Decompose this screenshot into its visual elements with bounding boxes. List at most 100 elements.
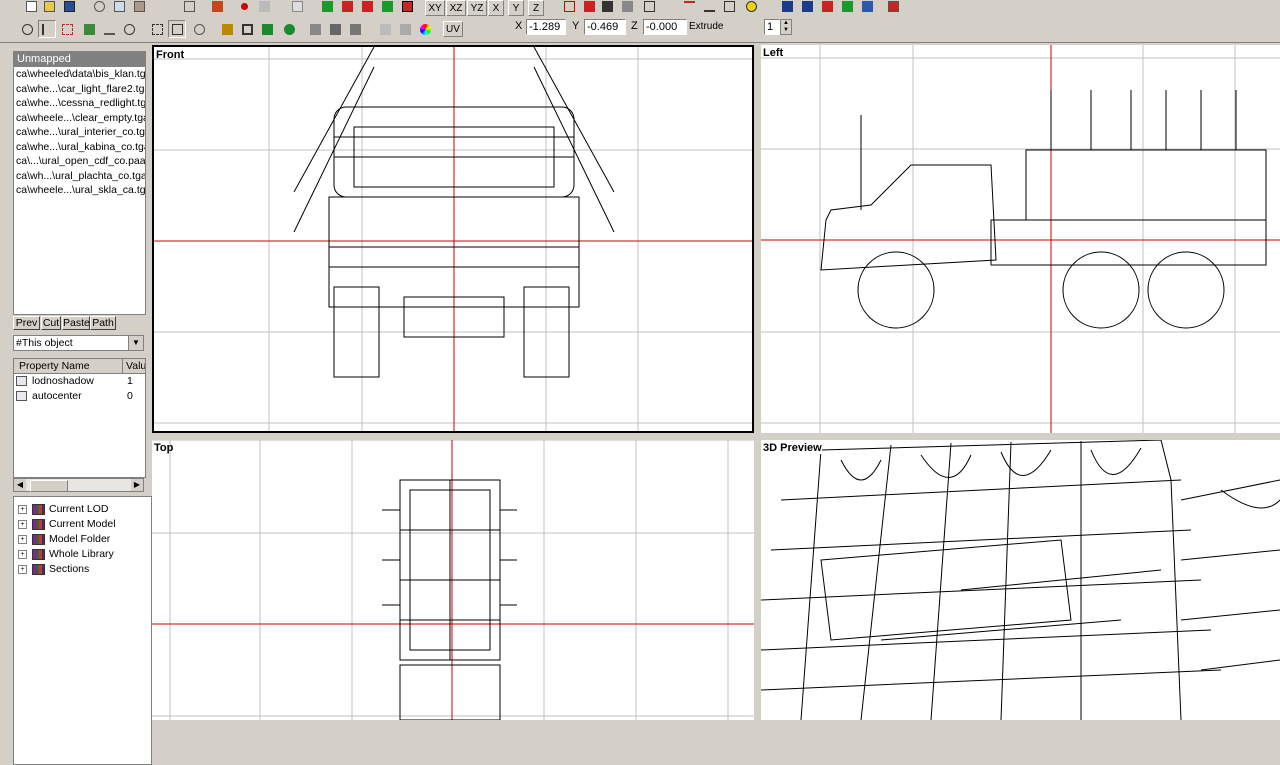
select-green-icon[interactable]	[318, 0, 336, 15]
scroll-thumb[interactable]	[30, 480, 68, 492]
edge-tool-icon[interactable]	[700, 0, 718, 15]
window-blue-icon[interactable]	[858, 0, 876, 15]
tree-item-sections[interactable]: + Sections	[18, 562, 89, 577]
extrude-field[interactable]: 1	[764, 19, 780, 35]
view-xy-button[interactable]: XY	[425, 0, 445, 16]
copy-icon[interactable]	[110, 0, 128, 15]
split-icon[interactable]	[346, 20, 364, 38]
lock-small-icon[interactable]	[218, 20, 236, 38]
uv-button[interactable]: UV	[443, 21, 463, 37]
square-icon[interactable]	[598, 0, 616, 15]
expand-icon[interactable]: +	[18, 534, 27, 544]
new-file-icon[interactable]	[22, 0, 40, 15]
open-folder-icon[interactable]	[40, 0, 58, 15]
window-red-icon[interactable]	[818, 0, 836, 15]
list-item[interactable]: ca\wheeled\data\bis_klan.tga	[14, 67, 145, 82]
view-x-button[interactable]: X	[488, 0, 504, 16]
zoom-icon[interactable]	[18, 20, 36, 38]
select-arrow-icon[interactable]	[38, 20, 56, 38]
window-green-icon[interactable]	[838, 0, 856, 15]
view-yz-button[interactable]: YZ	[467, 0, 487, 16]
tree-item-current-model[interactable]: + Current Model	[18, 517, 116, 532]
tree-item-model-folder[interactable]: + Model Folder	[18, 532, 110, 547]
paste-button[interactable]: Paste	[62, 316, 90, 330]
list-item[interactable]: ca\wh...\ural_plachta_co.tga	[14, 169, 145, 184]
lock-icon[interactable]	[398, 0, 416, 15]
horizontal-scrollbar[interactable]: ◀ ▶	[13, 478, 144, 492]
merge-icon[interactable]	[326, 20, 344, 38]
list-item[interactable]: ca\...\ural_open_cdf_co.paa	[14, 154, 145, 169]
col-value[interactable]: Valu	[122, 359, 145, 373]
list-item[interactable]: ca\whe...\car_light_flare2.tga	[14, 82, 145, 97]
prev-button[interactable]: Prev	[13, 316, 40, 330]
tree-green-icon[interactable]	[258, 20, 276, 38]
x-coordinate-field[interactable]: -1.289	[526, 19, 566, 35]
window2-icon[interactable]	[798, 0, 816, 15]
hide-icon[interactable]	[358, 0, 376, 15]
paint-icon[interactable]	[80, 20, 98, 38]
flip-icon[interactable]	[580, 0, 598, 15]
lasso-icon[interactable]	[58, 20, 76, 38]
list-item[interactable]: ca\whe...\ural_kabina_co.tga	[14, 140, 145, 155]
play-icon[interactable]	[255, 0, 273, 15]
snap-icon[interactable]	[180, 0, 198, 15]
move-icon[interactable]	[168, 20, 186, 38]
table-row[interactable]: autocenter 0	[14, 389, 145, 404]
macro-icon[interactable]	[208, 0, 226, 15]
cut-button[interactable]: Cut	[41, 316, 61, 330]
expand-icon[interactable]: +	[18, 564, 27, 574]
z-coordinate-field[interactable]: -0.000	[643, 19, 687, 35]
knife-icon[interactable]	[100, 20, 118, 38]
expand-icon[interactable]: +	[18, 504, 27, 514]
top-viewport[interactable]: Top	[152, 440, 754, 720]
list-item[interactable]: ca\wheele...\clear_empty.tga	[14, 111, 145, 126]
mesh-icon[interactable]	[640, 0, 658, 15]
select-red-icon[interactable]	[338, 0, 356, 15]
window-icon[interactable]	[778, 0, 796, 15]
line-tool-icon[interactable]	[680, 0, 698, 15]
view-y-button[interactable]: Y	[508, 0, 524, 16]
y-coordinate-field[interactable]: -0.469	[584, 19, 626, 35]
weld-icon[interactable]	[306, 20, 324, 38]
chevron-down-icon[interactable]: ▼	[128, 336, 143, 350]
preview-viewport[interactable]: 3D Preview	[761, 440, 1280, 720]
list-item[interactable]: ca\whe...\ural_interier_co.tga	[14, 125, 145, 140]
save-icon[interactable]	[60, 0, 78, 15]
unhide-icon[interactable]	[378, 0, 396, 15]
record-icon[interactable]	[235, 0, 253, 15]
col-property-name[interactable]: Property Name	[19, 359, 90, 373]
magnifier-icon[interactable]	[120, 20, 138, 38]
left-viewport[interactable]: Left	[761, 45, 1280, 433]
hazard-icon[interactable]	[742, 0, 760, 15]
tree-item-whole-library[interactable]: + Whole Library	[18, 547, 114, 562]
rotate-icon[interactable]	[190, 20, 208, 38]
smooth-icon[interactable]	[720, 0, 738, 15]
texture-list[interactable]: Unmapped ca\wheeled\data\bis_klan.tga ca…	[13, 51, 146, 315]
scroll-left-icon[interactable]: ◀	[14, 479, 26, 491]
extrude-spinner[interactable]: ▲ ▼	[780, 19, 792, 35]
expand-icon[interactable]: +	[18, 549, 27, 559]
tree-item-current-lod[interactable]: + Current LOD	[18, 502, 109, 517]
settings-icon[interactable]	[884, 0, 902, 15]
color-wheel-icon[interactable]	[416, 20, 434, 38]
list-item[interactable]: ca\wheele...\ural_skla_ca.tga	[14, 183, 145, 198]
triangulate-icon[interactable]	[618, 0, 636, 15]
list-item[interactable]: ca\whe...\cessna_redlight.tga	[14, 96, 145, 111]
expand-icon[interactable]: +	[18, 519, 27, 529]
rect-select-icon[interactable]	[148, 20, 166, 38]
path-button[interactable]: Path	[90, 316, 116, 330]
table-row[interactable]: lodnoshadow 1	[14, 374, 145, 389]
pencil-icon[interactable]	[396, 20, 414, 38]
box-icon[interactable]	[238, 20, 256, 38]
object-select[interactable]: #This object ▼	[13, 335, 144, 351]
print-icon[interactable]	[288, 0, 306, 15]
normal-icon[interactable]	[376, 20, 394, 38]
paste-icon[interactable]	[130, 0, 148, 15]
view-z-button[interactable]: Z	[528, 0, 544, 16]
front-viewport[interactable]: Front	[152, 45, 754, 433]
delete-icon[interactable]	[560, 0, 578, 15]
view-xz-button[interactable]: XZ	[446, 0, 466, 16]
cut-icon[interactable]	[90, 0, 108, 15]
arrow-green-icon[interactable]	[280, 20, 298, 38]
scroll-right-icon[interactable]: ▶	[131, 479, 143, 491]
